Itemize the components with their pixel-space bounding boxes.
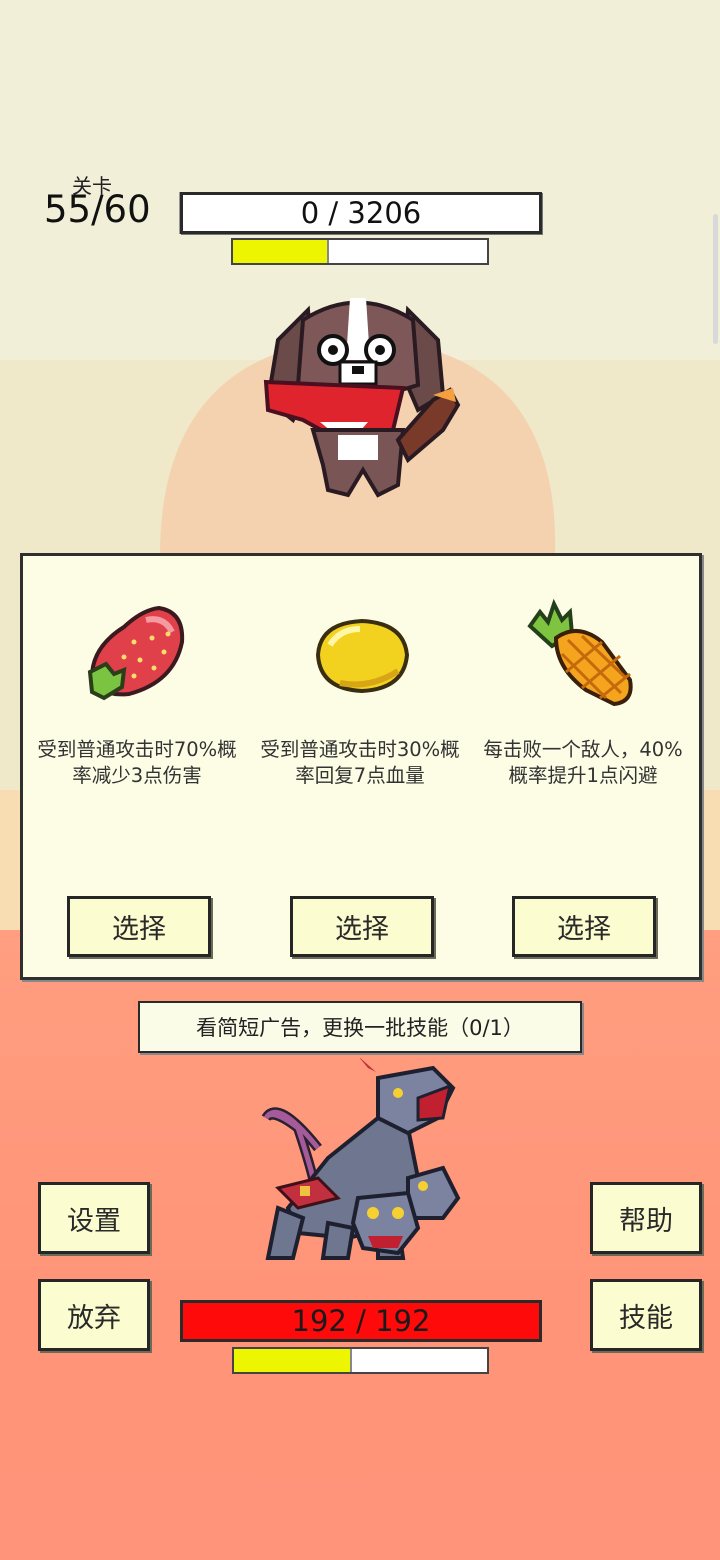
settings-button[interactable]: 设置 — [38, 1182, 150, 1254]
dog-enemy-sprite — [263, 298, 461, 498]
skills-button[interactable]: 技能 — [590, 1279, 702, 1351]
scroll-indicator — [713, 214, 718, 344]
enemy-progress-fill — [233, 240, 329, 263]
help-button[interactable]: 帮助 — [590, 1182, 702, 1254]
select-skill-3-button[interactable]: 选择 — [512, 896, 656, 957]
player-hp-text: 192 / 192 — [291, 1304, 431, 1338]
lemon-icon — [315, 618, 410, 694]
cerberus-player-sprite — [261, 1058, 461, 1260]
stage-counter: 55/60 — [44, 188, 151, 231]
enemy-progress-bar — [231, 238, 489, 265]
pineapple-icon — [527, 598, 633, 707]
watch-ad-refresh-skills-button[interactable]: 看简短广告，更换一批技能（0/1） — [138, 1001, 582, 1053]
player-hp-bar: 192 / 192 — [180, 1300, 542, 1342]
select-skill-1-button[interactable]: 选择 — [67, 896, 211, 957]
player-progress-bar — [232, 1347, 489, 1374]
player-progress-fill — [234, 1349, 353, 1372]
skill-3-description: 每击败一个敌人，40%概率提升1点闪避 — [483, 738, 683, 787]
strawberry-icon — [87, 605, 185, 701]
enemy-hp-text: 0 / 3206 — [300, 196, 422, 230]
give-up-button[interactable]: 放弃 — [38, 1279, 150, 1351]
select-skill-2-button[interactable]: 选择 — [290, 896, 434, 957]
skill-1-description: 受到普通攻击时70%概率减少3点伤害 — [37, 738, 237, 787]
skill-2-description: 受到普通攻击时30%概率回复7点血量 — [260, 738, 460, 787]
enemy-hp-bar: 0 / 3206 — [180, 192, 542, 234]
